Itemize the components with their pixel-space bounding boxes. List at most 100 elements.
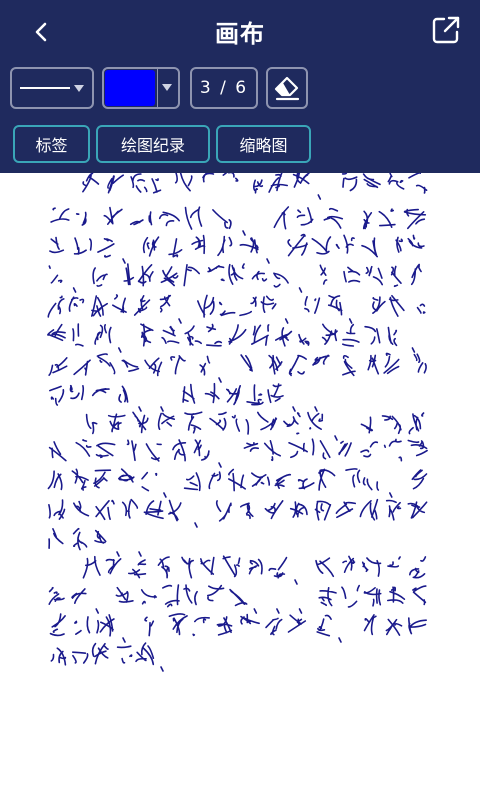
app-root: 画布 3 / 6 标签 绘图纪录 缩略图 [0, 0, 480, 800]
ink-stroke [390, 265, 402, 288]
ink-stroke [341, 584, 360, 608]
ink-stroke [318, 587, 337, 607]
ink-stroke [93, 469, 112, 489]
ink-stroke [311, 236, 332, 255]
ink-stroke [284, 318, 289, 324]
ink-stroke [359, 498, 379, 521]
ink-stroke [362, 477, 380, 491]
handwritten-line [48, 584, 427, 614]
ink-stroke [411, 347, 416, 353]
ink-stroke [226, 385, 241, 406]
ink-stroke [105, 558, 122, 575]
handwritten-line [47, 294, 426, 324]
ink-stroke [304, 296, 321, 314]
ink-stroke [274, 473, 292, 489]
ink-stroke [168, 499, 182, 522]
ink-stroke [229, 588, 248, 607]
handwritten-line [48, 498, 428, 528]
ink-stroke [248, 558, 263, 575]
ink-stroke [49, 613, 66, 637]
tab-thumbnails[interactable]: 缩略图 [216, 125, 311, 163]
ink-stroke [412, 585, 427, 606]
ink-stroke [268, 173, 288, 193]
ink-stroke [265, 617, 283, 636]
ink-stroke [157, 412, 176, 430]
ink-stroke [343, 266, 361, 283]
ink-stroke [207, 265, 225, 282]
ink-stroke [182, 383, 196, 404]
ink-stroke [116, 645, 133, 664]
handwritten-line [50, 206, 427, 236]
ink-stroke [143, 500, 164, 520]
ink-stroke [253, 179, 264, 194]
ink-stroke [47, 323, 66, 342]
ink-stroke [192, 616, 210, 637]
ink-stroke [112, 294, 127, 314]
ink-stroke [135, 642, 155, 666]
ink-stroke [338, 440, 352, 457]
handwritten-line [47, 323, 416, 353]
ink-stroke [72, 527, 88, 551]
ink-stroke [193, 439, 210, 461]
ink-stroke [71, 588, 87, 604]
eraser-button[interactable] [266, 67, 308, 109]
ink-stroke [276, 608, 280, 614]
ink-stroke [222, 173, 239, 182]
ink-stroke [168, 238, 183, 258]
pen-color-dropdown[interactable] [102, 67, 180, 109]
ink-stroke [48, 441, 67, 462]
tool-row: 3 / 6 [0, 66, 480, 112]
ink-stroke [231, 414, 250, 435]
ink-stroke [212, 209, 232, 230]
handwritten-line [82, 173, 428, 200]
tab-labels[interactable]: 标签 [13, 125, 90, 163]
ink-stroke [338, 637, 342, 643]
ink-stroke [289, 501, 308, 518]
ink-stroke [118, 385, 129, 403]
ink-stroke [403, 208, 427, 230]
ink-stroke [239, 296, 257, 317]
ink-stroke [292, 406, 296, 412]
ink-stroke [312, 354, 330, 366]
ink-stroke [296, 207, 314, 226]
ink-stroke [294, 579, 298, 585]
ink-stroke [115, 586, 134, 603]
ink-stroke [361, 237, 378, 258]
share-button[interactable] [428, 12, 464, 48]
tab-drawing-history[interactable]: 绘图纪录 [96, 125, 210, 163]
ink-stroke [118, 347, 122, 353]
ink-stroke [126, 439, 137, 462]
ink-stroke [95, 499, 115, 521]
ink-stroke [202, 173, 215, 183]
ink-stroke [334, 435, 338, 441]
ink-stroke [121, 498, 139, 519]
page-title: 画布 [215, 20, 265, 48]
ink-stroke [68, 296, 85, 312]
ink-stroke [292, 173, 310, 188]
ink-stroke [133, 295, 151, 316]
ink-stroke [411, 469, 428, 490]
ink-stroke [92, 267, 108, 287]
ink-stroke [183, 472, 201, 492]
ink-stroke [365, 265, 383, 286]
ink-stroke [122, 258, 126, 264]
ink-stroke [74, 616, 91, 635]
ink-stroke [142, 236, 160, 257]
handwritten-line [50, 642, 164, 672]
ink-stroke [298, 287, 303, 293]
line-style-dropdown[interactable] [10, 67, 94, 109]
ink-stroke [184, 206, 203, 230]
ink-stroke [161, 325, 180, 344]
ink-stroke [362, 210, 373, 230]
ink-stroke [157, 556, 170, 579]
ink-stroke [246, 384, 264, 406]
ink-stroke [314, 500, 332, 521]
ink-stroke [72, 287, 77, 293]
drawing-canvas[interactable] [0, 173, 480, 800]
ink-stroke [218, 377, 222, 383]
ink-stroke [251, 270, 268, 282]
ink-stroke [409, 556, 427, 579]
ink-stroke [71, 468, 89, 491]
ink-stroke [91, 388, 110, 397]
ink-stroke [251, 472, 271, 487]
